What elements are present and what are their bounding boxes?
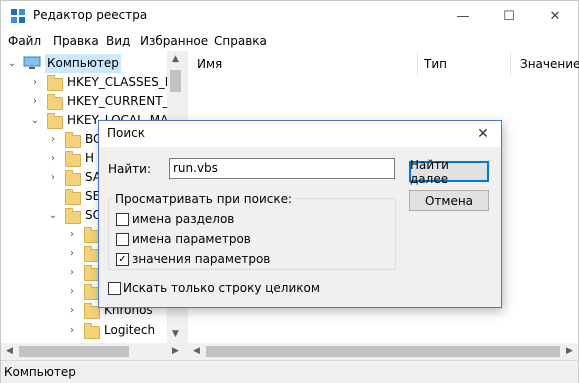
dialog-close-button[interactable]: ✕ xyxy=(469,121,497,147)
title-bar[interactable]: Редактор реестра — ☐ ✕ xyxy=(1,1,578,31)
chevron-right-icon[interactable]: › xyxy=(67,282,77,301)
checkbox-values[interactable] xyxy=(116,233,129,246)
tree-item-label: HKEY_CLASSES_RO xyxy=(67,75,183,89)
menu-view[interactable]: Вид xyxy=(106,34,130,48)
window-title: Редактор реестра xyxy=(33,8,148,22)
checkbox-keys-label[interactable]: имена разделов xyxy=(132,212,234,226)
scroll-left-arrow-icon[interactable]: ◀ xyxy=(188,343,205,360)
chevron-down-icon[interactable]: ⌄ xyxy=(30,111,40,130)
tree-item-label: Компьютер xyxy=(45,54,121,73)
computer-icon xyxy=(23,56,41,69)
scrollbar-thumb[interactable] xyxy=(206,346,560,357)
find-input[interactable]: run.vbs xyxy=(169,158,395,179)
folder-icon xyxy=(47,94,63,110)
status-bar: Компьютер xyxy=(1,360,578,383)
tree-item-label: Logitech xyxy=(104,323,156,337)
checkmark-icon: ✓ xyxy=(118,254,127,265)
find-next-button[interactable]: Найти далее xyxy=(409,158,489,186)
tree-item-label: HKEY_CURRENT_U xyxy=(67,94,178,108)
cancel-button[interactable]: Отмена xyxy=(409,190,489,211)
chevron-down-icon[interactable]: ⌄ xyxy=(7,54,17,73)
find-input-value: run.vbs xyxy=(173,161,218,175)
folder-icon xyxy=(84,323,100,339)
scroll-right-arrow-icon[interactable]: ▶ xyxy=(167,343,184,360)
tree-item-computer[interactable]: ⌄ Компьютер xyxy=(1,54,167,73)
maximize-button[interactable]: ☐ xyxy=(486,1,532,31)
chevron-right-icon[interactable]: › xyxy=(67,244,77,263)
checkbox-whole-string-label[interactable]: Искать только строку целиком xyxy=(123,281,320,295)
chevron-right-icon[interactable]: › xyxy=(67,225,77,244)
minimize-button[interactable]: — xyxy=(440,1,486,31)
checkbox-data-label[interactable]: значения параметров xyxy=(132,252,270,266)
close-icon: ✕ xyxy=(477,126,489,142)
registry-editor-icon xyxy=(11,9,25,23)
checkbox-whole-string[interactable] xyxy=(108,282,121,295)
scrollbar-thumb[interactable] xyxy=(19,346,129,357)
maximize-icon: ☐ xyxy=(503,8,515,24)
menu-edit[interactable]: Правка xyxy=(53,34,99,48)
column-separator[interactable] xyxy=(510,51,511,77)
scroll-right-arrow-icon[interactable]: ▶ xyxy=(561,343,578,360)
chevron-down-icon[interactable]: ⌄ xyxy=(48,206,58,225)
column-type[interactable]: Тип xyxy=(424,51,447,77)
find-next-button-label: Найти далее xyxy=(410,157,449,186)
chevron-right-icon[interactable]: › xyxy=(48,149,58,168)
folder-icon xyxy=(47,75,63,91)
folder-icon xyxy=(65,170,81,186)
folder-icon xyxy=(47,113,63,129)
find-label: Найти: xyxy=(108,162,152,176)
dialog-title-bar[interactable]: Поиск ✕ xyxy=(99,121,501,147)
chevron-right-icon[interactable]: › xyxy=(30,92,40,111)
chevron-right-icon[interactable]: › xyxy=(67,321,77,340)
dialog-title: Поиск xyxy=(107,126,146,140)
close-icon: ✕ xyxy=(549,8,561,24)
cancel-button-label: Отмена xyxy=(424,193,474,208)
column-value[interactable]: Значение xyxy=(520,51,579,77)
menu-help[interactable]: Справка xyxy=(214,34,267,48)
chevron-right-icon[interactable]: › xyxy=(67,301,77,320)
close-button[interactable]: ✕ xyxy=(532,1,578,31)
scroll-down-arrow-icon[interactable]: ▼ xyxy=(167,326,184,343)
scroll-left-arrow-icon[interactable]: ◀ xyxy=(1,343,18,360)
find-dialog: Поиск ✕ Найти: run.vbs Найти далее Отмен… xyxy=(98,120,502,308)
column-separator[interactable] xyxy=(417,51,418,77)
menu-file[interactable]: Файл xyxy=(8,34,41,48)
look-at-label: Просматривать при поиске: xyxy=(113,192,295,206)
chevron-right-icon[interactable]: › xyxy=(48,168,58,187)
chevron-right-icon[interactable]: › xyxy=(48,130,58,149)
folder-icon xyxy=(65,132,81,148)
checkbox-values-label[interactable]: имена параметров xyxy=(132,232,251,246)
minimize-icon: — xyxy=(456,8,470,24)
folder-icon xyxy=(65,208,81,224)
list-horizontal-scrollbar[interactable]: ◀ ▶ xyxy=(188,343,578,360)
checkbox-keys[interactable] xyxy=(116,213,129,226)
scroll-up-arrow-icon[interactable]: ▲ xyxy=(167,51,184,68)
folder-icon xyxy=(65,151,81,167)
status-path: Компьютер xyxy=(4,365,76,379)
tree-item-label: H xyxy=(85,151,95,165)
tree-horizontal-scrollbar[interactable]: ◀ ▶ xyxy=(1,343,184,360)
menu-favorites[interactable]: Избранное xyxy=(140,34,208,48)
scrollbar-thumb[interactable] xyxy=(170,70,181,92)
chevron-right-icon[interactable]: › xyxy=(67,263,77,282)
menu-bar: Файл Правка Вид Избранное Справка xyxy=(1,31,578,51)
chevron-right-icon[interactable]: › xyxy=(30,73,40,92)
column-name[interactable]: Имя xyxy=(197,51,222,77)
checkbox-data[interactable]: ✓ xyxy=(116,253,129,266)
registry-editor-window: Редактор реестра — ☐ ✕ Файл Правка Вид И… xyxy=(0,0,579,383)
folder-icon xyxy=(65,189,81,205)
